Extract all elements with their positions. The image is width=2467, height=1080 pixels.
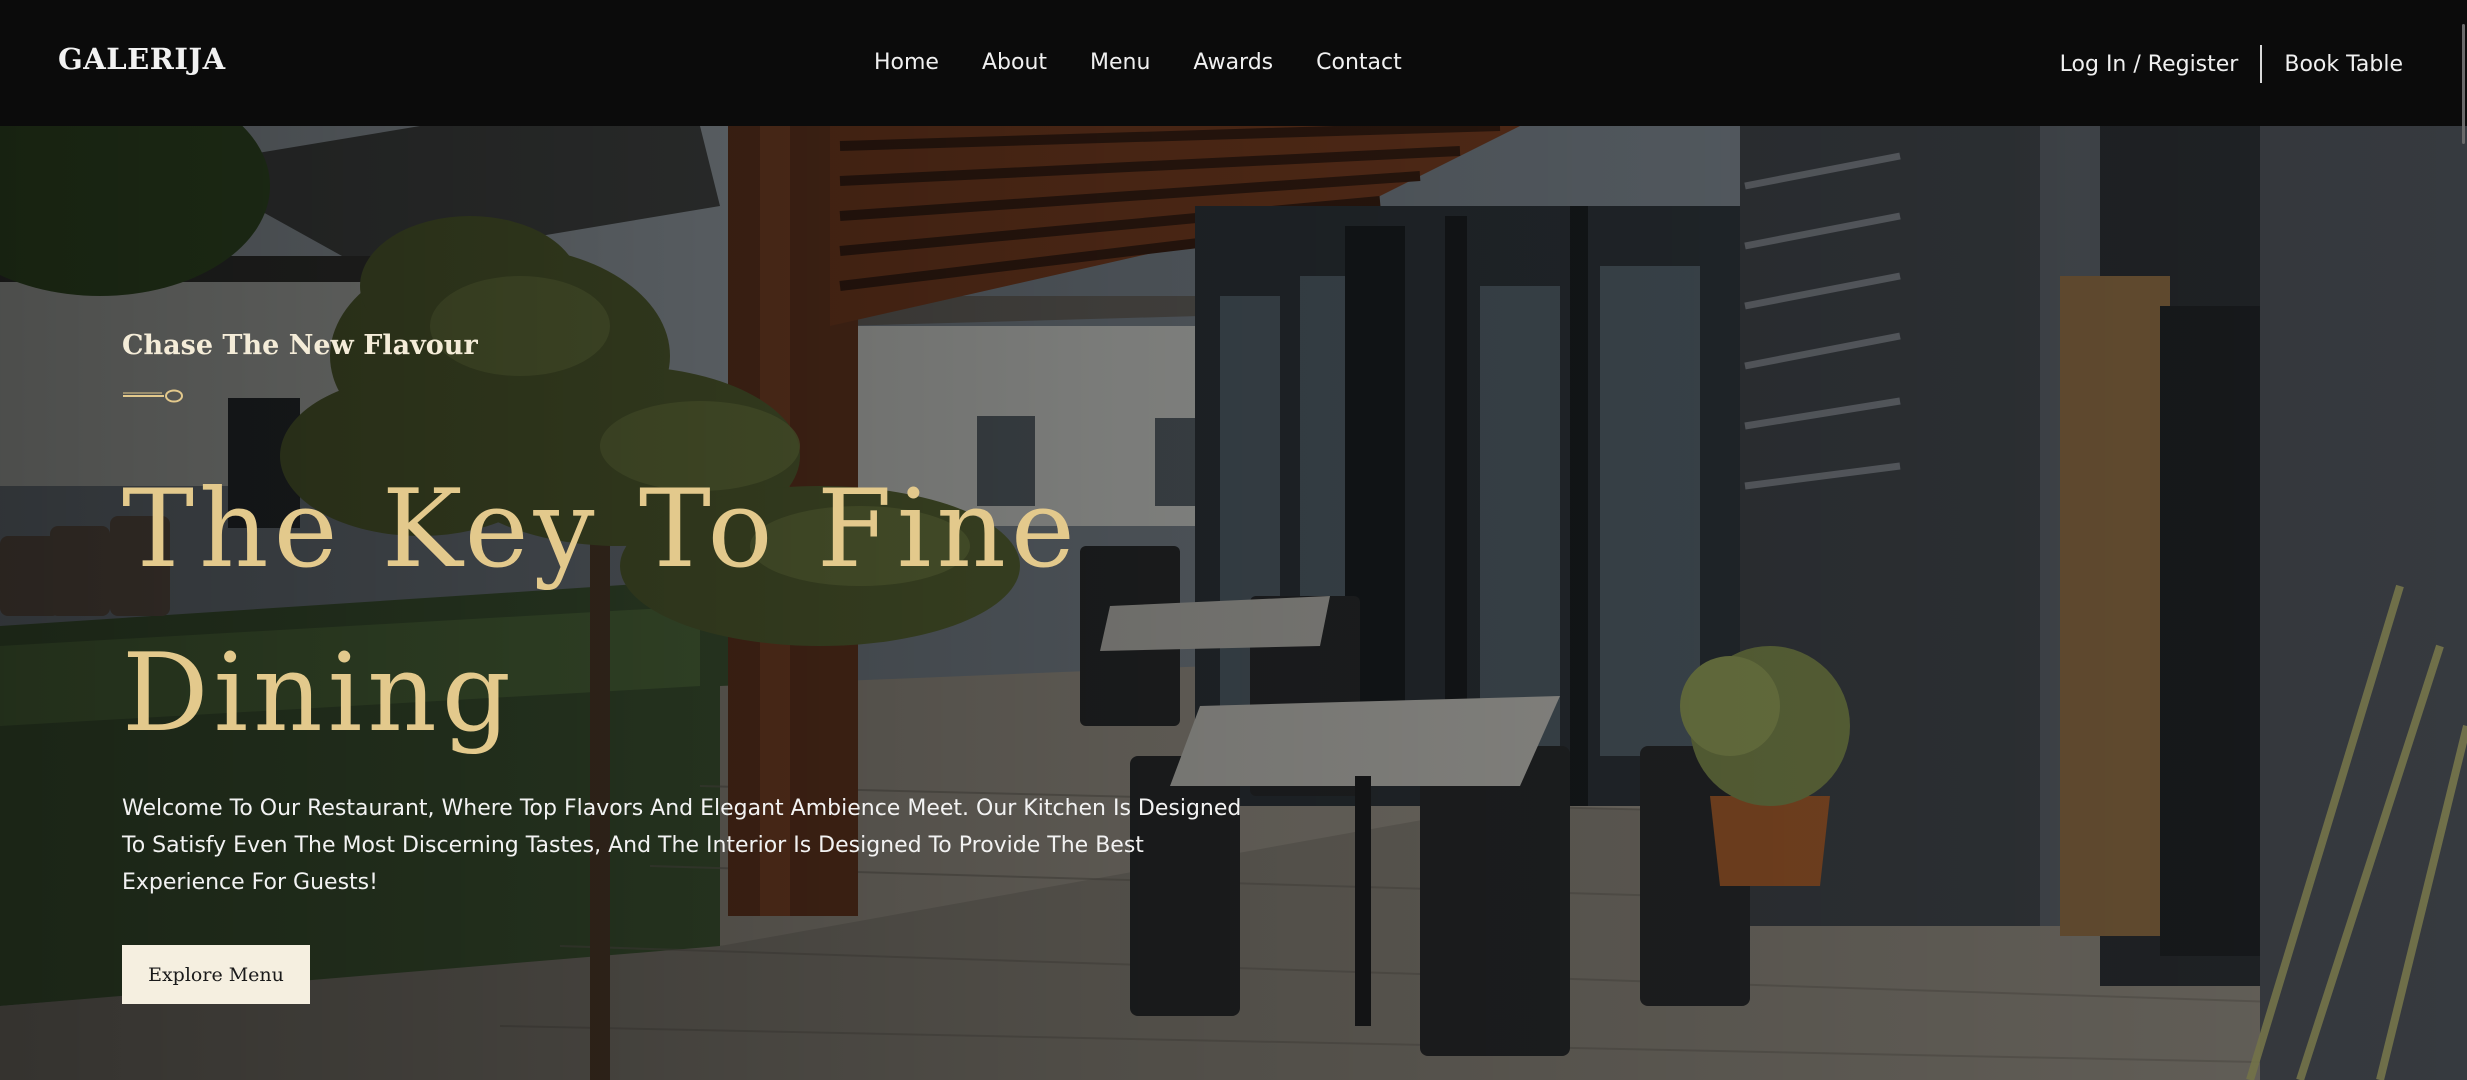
nav-about[interactable]: About — [982, 50, 1047, 75]
nav-home[interactable]: Home — [874, 50, 939, 75]
site-header: GALERIJA Home About Menu Awards Contact … — [0, 0, 2467, 126]
header-actions: Log In / Register Book Table — [2060, 44, 2403, 84]
nav-contact[interactable]: Contact — [1316, 50, 1402, 75]
hero-headline: The Key To Fine Dining — [122, 467, 1080, 756]
login-register-link[interactable]: Log In / Register — [2060, 52, 2239, 77]
hero-intro-text: Welcome To Our Restaurant, Where Top Fla… — [122, 796, 1242, 895]
hero-tagline: Chase The New Flavour — [122, 330, 478, 361]
nav-awards[interactable]: Awards — [1193, 50, 1273, 75]
nav-menu[interactable]: Menu — [1090, 50, 1150, 75]
scrollbar-thumb[interactable] — [2462, 24, 2465, 144]
main-nav: Home About Menu Awards Contact — [874, 50, 1402, 75]
site-logo[interactable]: GALERIJA — [58, 42, 226, 76]
page: GALERIJA Home About Menu Awards Contact … — [0, 0, 2467, 1080]
book-table-link[interactable]: Book Table — [2284, 52, 2403, 77]
page-scrollbar[interactable] — [2459, 0, 2467, 1080]
explore-menu-button[interactable]: Explore Menu — [122, 945, 310, 1004]
spoon-icon — [123, 389, 183, 403]
header-divider — [2260, 45, 2263, 83]
